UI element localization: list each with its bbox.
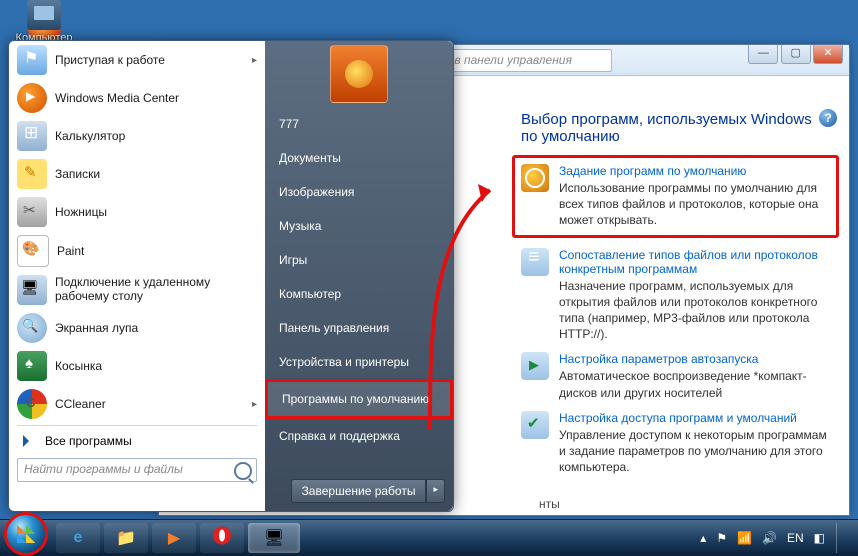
taskbar: e 📁 ▶ 🖥 ▴ ⚑ 📶 🔊 EN ◧ [0,519,858,556]
smr-item-music[interactable]: Музыка [265,209,453,243]
folder-icon: 📁 [116,528,136,548]
tray-chevron-up-icon[interactable]: ▴ [700,531,706,545]
media-center-icon [17,83,47,113]
maximize-button[interactable]: ▢ [781,45,811,64]
language-indicator[interactable]: EN [787,531,804,545]
program-access-icon [521,411,549,439]
taskbar-explorer[interactable]: 📁 [104,523,148,553]
partial-text: нты [539,497,560,511]
smr-item-control-panel[interactable]: Панель управления [265,311,453,345]
taskbar-ie[interactable]: e [56,523,100,553]
desktop-icon-computer[interactable]: Компьютер [14,0,74,44]
remote-desktop-icon [17,275,47,305]
cp-link[interactable]: Настройка доступа программ и умолчаний [559,411,833,425]
smr-item-pictures[interactable]: Изображения [265,175,453,209]
solitaire-icon [17,351,47,381]
start-menu-right: 777 Документы Изображения Музыка Игры Ко… [265,41,453,511]
sm-item-notes[interactable]: Записки [9,155,265,193]
tray-network-icon[interactable]: 📶 [737,531,752,545]
sm-item-getting-started[interactable]: Приступая к работе▸ [9,41,265,79]
sm-item-wmc[interactable]: Windows Media Center [9,79,265,117]
sm-item-magnifier[interactable]: Экранная лупа [9,309,265,347]
show-desktop-button[interactable] [836,523,847,553]
smr-item-devices[interactable]: Устройства и принтеры [265,345,453,379]
control-panel-icon: 🖥 [264,528,284,548]
start-button[interactable] [4,512,48,556]
chevron-right-icon[interactable]: ▸ [426,479,445,503]
wmp-icon: ▶ [168,528,180,548]
sm-item-ccleaner[interactable]: CCleaner▸ [9,385,265,423]
start-menu: Приступая к работе▸ Windows Media Center… [8,40,454,512]
sm-item-rdp[interactable]: Подключение к удаленному рабочему столу [9,271,265,309]
paint-icon [17,235,49,267]
sm-item-calc[interactable]: Калькулятор [9,117,265,155]
cp-item-autoplay[interactable]: Настройка параметров автозапуска Автомат… [521,352,833,400]
smr-item-computer[interactable]: Компьютер [265,277,453,311]
cp-item-set-defaults[interactable]: Задание программ по умолчанию Использова… [512,155,839,238]
smr-item-help[interactable]: Справка и поддержка [265,419,453,453]
smr-item-documents[interactable]: Документы [265,141,453,175]
cp-link[interactable]: Сопоставление типов файлов или протоколо… [559,248,833,276]
taskbar-control-panel[interactable]: 🖥 [248,523,300,553]
separator [17,425,257,426]
all-programs[interactable]: Все программы [9,428,265,454]
autoplay-icon [521,352,549,380]
ccleaner-icon [17,389,47,419]
flag-icon [17,45,47,75]
close-button[interactable]: ✕ [813,45,843,64]
sm-item-solitaire[interactable]: Косынка [9,347,265,385]
control-panel-body: Выбор программ, используемых Windows по … [505,99,849,515]
sm-item-snip[interactable]: Ножницы [9,193,265,231]
cp-item-access[interactable]: Настройка доступа программ и умолчаний У… [521,411,833,476]
smr-item-games[interactable]: Игры [265,243,453,277]
smr-item-user[interactable]: 777 [265,107,453,141]
user-avatar[interactable] [330,45,388,103]
cp-desc: Управление доступом к некоторым программ… [559,427,833,476]
system-tray: ▴ ⚑ 📶 🔊 EN ◧ [695,520,852,556]
taskbar-opera[interactable] [200,523,244,553]
cp-desc: Назначение программ, используемых для от… [559,278,833,343]
search-icon [234,462,252,480]
page-title: Выбор программ, используемых Windows по … [521,111,831,145]
sm-item-paint[interactable]: Paint [9,231,265,271]
smr-item-default-programs[interactable]: Программы по умолчанию [265,379,453,419]
cp-desc: Использование программы по умолчанию для… [559,180,830,229]
tray-flag-icon[interactable]: ⚑ [716,531,727,545]
sticky-notes-icon [17,159,47,189]
shutdown-button[interactable]: Завершение работы ▸ [291,479,445,503]
start-menu-left: Приступая к работе▸ Windows Media Center… [9,41,265,511]
computer-icon [27,0,61,30]
minimize-button[interactable]: — [748,45,778,64]
taskbar-wmp[interactable]: ▶ [152,523,196,553]
tray-volume-icon[interactable]: 🔊 [762,531,777,545]
cp-desc: Автоматическое воспроизведение *компакт-… [559,368,833,400]
start-search-input[interactable]: Найти программы и файлы [17,458,257,482]
ie-icon: e [74,529,83,547]
defaults-icon [521,164,549,192]
magnifier-icon [17,313,47,343]
scissors-icon [17,197,47,227]
cp-link[interactable]: Настройка параметров автозапуска [559,352,833,366]
calculator-icon [17,121,47,151]
associate-icon [521,248,549,276]
tray-icon[interactable]: ◧ [814,531,825,545]
opera-icon [213,527,231,550]
cp-link[interactable]: Задание программ по умолчанию [559,164,830,178]
triangle-icon [23,435,35,447]
cp-item-associate[interactable]: Сопоставление типов файлов или протоколо… [521,248,833,343]
